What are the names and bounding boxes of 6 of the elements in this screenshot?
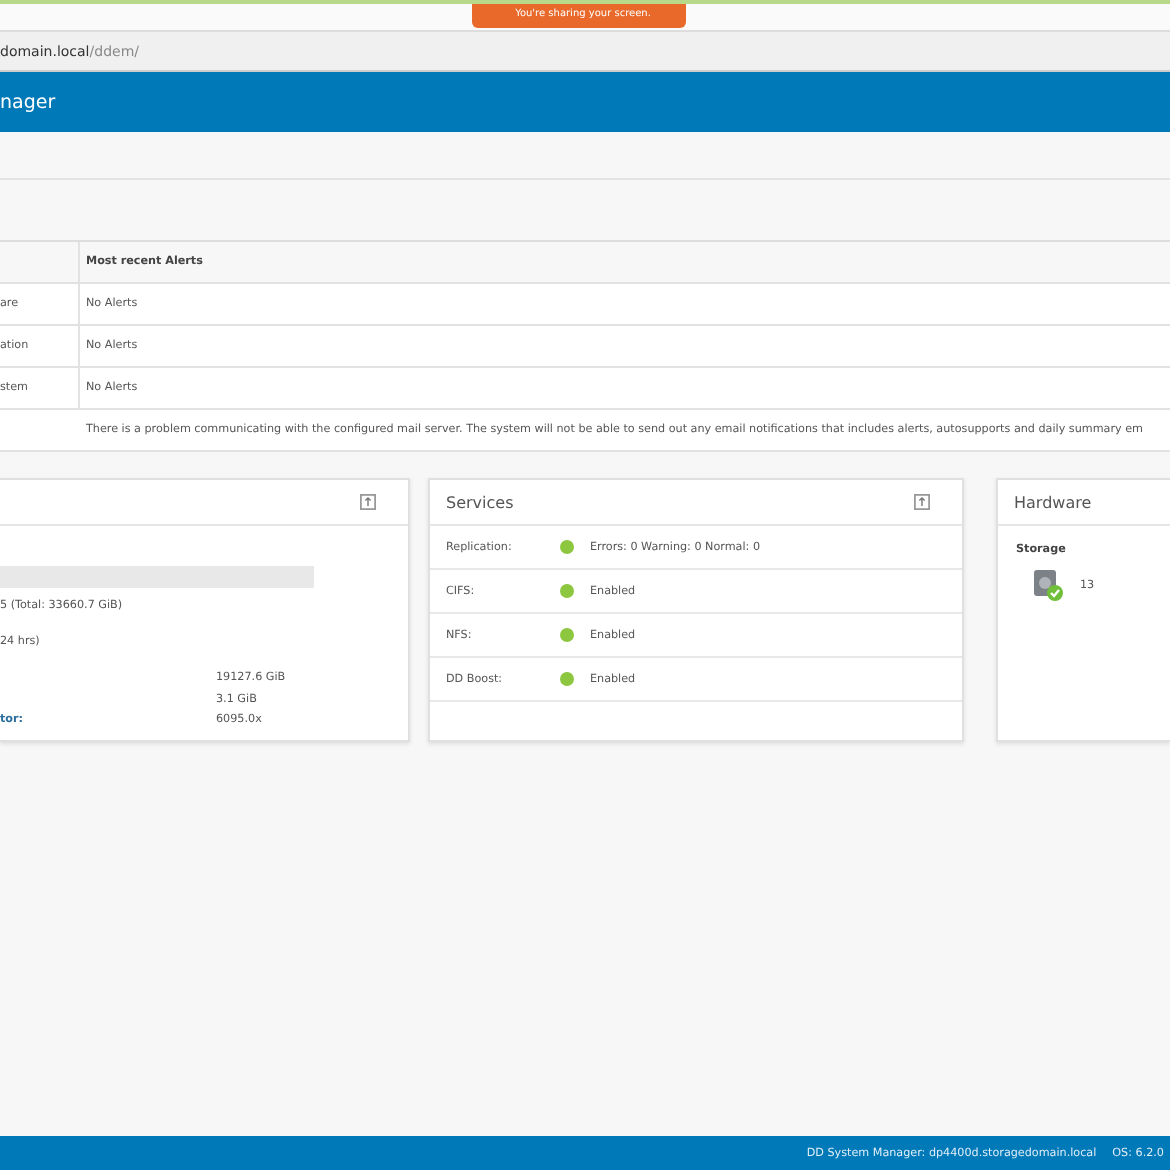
help-icon[interactable] <box>360 494 376 510</box>
app-title: nager <box>0 91 56 113</box>
help-icon[interactable] <box>914 494 930 510</box>
panel-title: Services <box>446 493 514 511</box>
disk-check-icon <box>1032 568 1064 602</box>
panel-title: Hardware <box>1014 493 1092 511</box>
